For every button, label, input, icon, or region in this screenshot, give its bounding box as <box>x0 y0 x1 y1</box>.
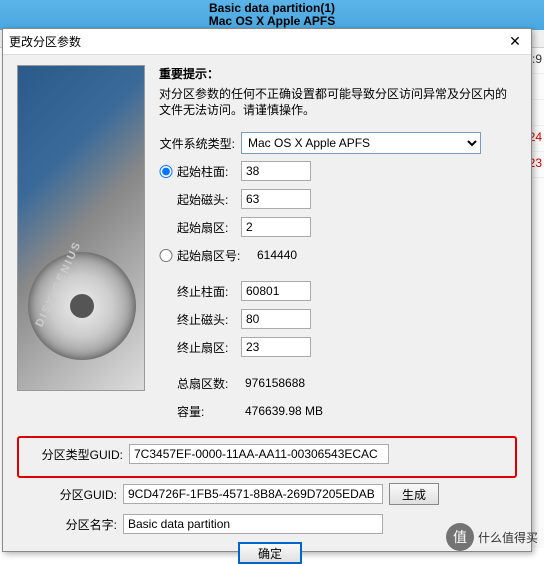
generate-button[interactable]: 生成 <box>389 483 439 505</box>
end-sector-input[interactable] <box>241 337 311 357</box>
end-cyl-input[interactable] <box>241 281 311 301</box>
watermark-icon: 值 <box>446 523 474 551</box>
part-guid-input[interactable] <box>123 484 383 504</box>
watermark: 值 什么值得买 <box>446 523 538 551</box>
total-sectors-label: 总扇区数: <box>177 375 235 392</box>
start-chs-radio[interactable] <box>159 165 173 178</box>
ok-button[interactable]: 确定 <box>238 542 302 564</box>
hint-title: 重要提示： <box>159 65 517 82</box>
watermark-text: 什么值得买 <box>478 529 538 546</box>
part-guid-label: 分区GUID: <box>17 486 117 503</box>
start-sector-no-value: 614440 <box>253 248 297 262</box>
highlight-box: 分区类型GUID: <box>17 436 517 478</box>
filesystem-label: 文件系统类型: <box>159 135 235 152</box>
parent-window-title: Basic data partition(1) Mac OS X Apple A… <box>0 0 544 30</box>
start-sector-label: 起始扇区: <box>177 219 235 236</box>
end-sector-label: 终止扇区: <box>177 339 235 356</box>
capacity-value: 476639.98 MB <box>241 404 323 418</box>
close-icon[interactable]: ✕ <box>505 32 525 52</box>
part-name-label: 分区名字: <box>17 516 117 533</box>
dialog-titlebar[interactable]: 更改分区参数 ✕ <box>3 29 531 55</box>
start-sector-no-label: 起始扇区号: <box>177 247 247 264</box>
dialog-title: 更改分区参数 <box>9 33 505 50</box>
start-head-label: 起始磁头: <box>177 191 235 208</box>
start-cyl-input[interactable] <box>241 161 311 181</box>
capacity-label: 容量: <box>177 403 235 420</box>
total-sectors-value: 976158688 <box>241 376 305 390</box>
end-cyl-label: 终止柱面: <box>177 283 235 300</box>
edit-partition-dialog: 更改分区参数 ✕ DISK GENIUS 重要提示： 对分区参数的任何不正确设置… <box>2 28 532 552</box>
hint-body: 对分区参数的任何不正确设置都可能导致分区访问异常及分区内的文件无法访问。请谨慎操… <box>159 86 517 118</box>
type-guid-label: 分区类型GUID: <box>23 446 123 463</box>
part-name-input[interactable] <box>123 514 383 534</box>
start-cyl-label: 起始柱面: <box>177 163 235 180</box>
filesystem-select[interactable]: Mac OS X Apple APFS <box>241 132 481 154</box>
start-head-input[interactable] <box>241 189 311 209</box>
end-head-label: 终止磁头: <box>177 311 235 328</box>
sidebar-image: DISK GENIUS <box>17 65 145 391</box>
start-sector-no-radio[interactable] <box>159 249 173 262</box>
type-guid-input[interactable] <box>129 444 389 464</box>
start-sector-input[interactable] <box>241 217 311 237</box>
end-head-input[interactable] <box>241 309 311 329</box>
